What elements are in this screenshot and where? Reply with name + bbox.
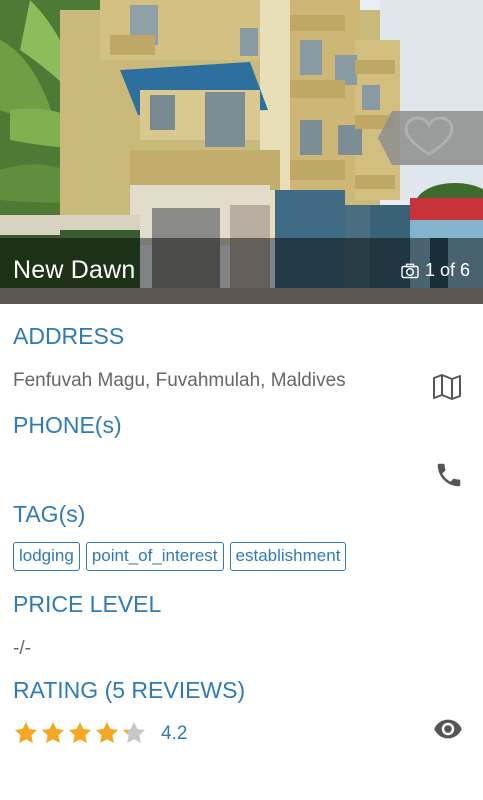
tag-chip[interactable]: point_of_interest [85, 542, 224, 571]
place-photo[interactable]: New Dawn 1 of 6 [0, 0, 483, 304]
star-icon [122, 721, 146, 743]
tag-list: lodging point_of_interest establishment [13, 542, 347, 571]
rating-stars [13, 720, 147, 746]
phone-icon[interactable] [434, 460, 464, 490]
rating-value: 4.2 [161, 723, 188, 744]
eye-icon[interactable] [433, 714, 463, 744]
favorite-button[interactable] [378, 111, 483, 165]
phone-title: PHONE(s) [13, 412, 122, 438]
photo-counter-text: 1 of 6 [424, 260, 470, 280]
tags-title: TAG(s) [13, 501, 86, 527]
tag-chip[interactable]: establishment [229, 542, 347, 571]
address-value: Fenfuvah Magu, Fuvahmulah, Maldives [13, 370, 346, 391]
photo-counter[interactable]: 1 of 6 [401, 260, 470, 281]
map-icon[interactable] [432, 372, 462, 402]
address-title: ADDRESS [13, 323, 125, 349]
star-icon [68, 721, 92, 743]
star-icon [95, 721, 119, 743]
price-level-title: PRICE LEVEL [13, 591, 162, 617]
tag-chip[interactable]: lodging [13, 542, 80, 571]
price-level-value: -/- [13, 638, 31, 659]
camera-icon [401, 263, 419, 278]
place-name: New Dawn [13, 256, 136, 284]
star-icon [14, 721, 38, 743]
star-icon [41, 721, 65, 743]
rating-title: RATING (5 REVIEWS) [13, 677, 246, 703]
